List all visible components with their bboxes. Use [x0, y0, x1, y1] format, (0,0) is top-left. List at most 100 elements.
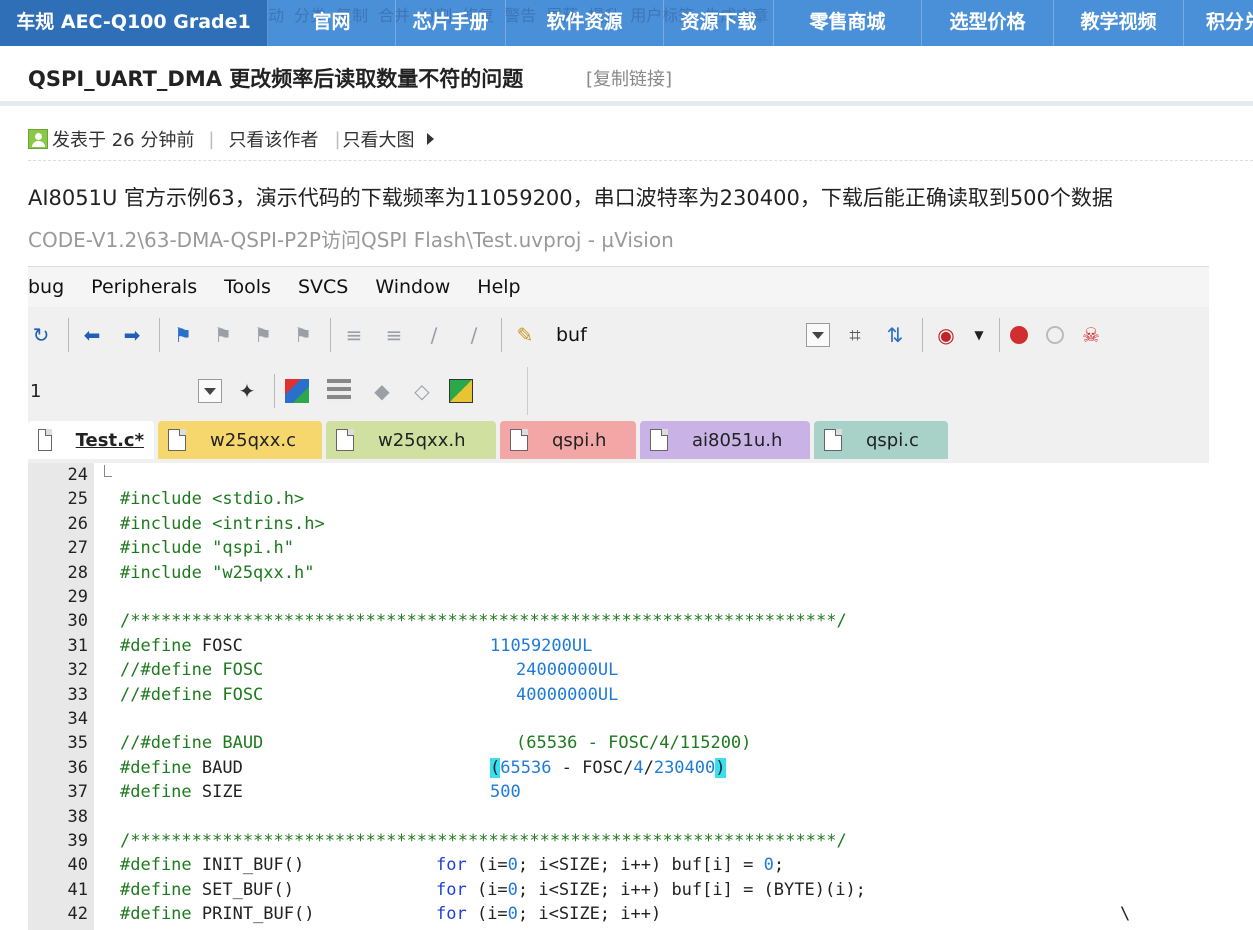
code-token: PRINT_BUF() [201, 904, 315, 925]
code-token: #define [120, 782, 202, 803]
debug-dropdown-icon[interactable]: ▼ [973, 322, 985, 348]
line-number: 40 [67, 855, 88, 876]
nav-item-datasheet[interactable]: 芯片手册 [396, 0, 506, 46]
file-icon [650, 429, 668, 451]
big-image-link[interactable]: 只看大图 [343, 126, 415, 152]
nav-item-store[interactable]: 零售商城 [774, 0, 922, 46]
code-token: #define [120, 757, 202, 778]
ide-menu-item[interactable]: Tools [224, 276, 271, 298]
editor-tab-label: Test.c* [75, 429, 144, 451]
ide-menu-item[interactable]: Window [375, 276, 450, 298]
nav-item-aec-q100[interactable]: 车规 AEC-Q100 Grade1 [0, 0, 268, 46]
find-in-files-icon[interactable]: ✎ [512, 322, 538, 348]
breakpoint-icon[interactable] [1010, 326, 1028, 344]
code-token: ; i<SIZE; i++) [517, 904, 662, 925]
code-line: 35 //#define BAUD (65536 - FOSC/4/115200) [28, 731, 1209, 755]
code-line: 40 #define INIT_BUF() for (i=0; i<SIZE; i+… [28, 853, 1209, 877]
code-token: 4 [633, 757, 644, 778]
comment-icon[interactable]: ∕ [421, 322, 447, 348]
code-line: 32 //#define FOSC 24000000UL [28, 658, 1209, 682]
nav-item-downloads[interactable]: 资源下载 [664, 0, 774, 46]
code-token: SET_BUF() [201, 879, 295, 900]
clear-bookmarks-icon[interactable]: ⚑ [290, 322, 316, 348]
nav-item-videos[interactable]: 教学视频 [1054, 0, 1184, 46]
find-icon[interactable]: ⌗ [842, 322, 868, 348]
bookmark-icon[interactable]: ⚑ [170, 322, 196, 348]
code-token: BAUD [201, 757, 243, 778]
toolbar-separator [922, 318, 923, 352]
editor-tab[interactable]: w25qxx.h [326, 421, 496, 459]
code-token: 0 [507, 855, 518, 876]
editor-tab[interactable]: Test.c* [28, 421, 154, 459]
thread-title: QSPI_UART_DMA 更改频率后读取数量不符的问题 [28, 67, 524, 91]
copy-link[interactable]: [复制链接] [586, 65, 672, 91]
code-token: //#define FOSC [120, 684, 264, 705]
nav-item-pricing[interactable]: 选型价格 [922, 0, 1054, 46]
line-number: 37 [67, 782, 88, 803]
find-combo-dropdown-icon[interactable] [806, 323, 830, 347]
code-token: #define [120, 855, 202, 876]
user-icon [28, 129, 48, 149]
ide-menu-item[interactable]: SVCS [298, 276, 348, 298]
editor-tab-label: w25qxx.c [210, 429, 296, 451]
code-line: 33 //#define FOSC 40000000UL [28, 683, 1209, 707]
ide-screenshot: bug Peripherals Tools SVCS Window Help ↻ ⬅ ➡ … [28, 266, 1209, 930]
line-number: 28 [67, 562, 88, 583]
toolbar-separator [330, 318, 331, 352]
code-token: (i= [466, 904, 508, 925]
toolbar-separator [159, 318, 160, 352]
nav-item-software[interactable]: 软件资源 [506, 0, 664, 46]
target-combo-value[interactable]: 1 [28, 381, 198, 402]
code-token: #include <stdio.h> [120, 489, 305, 510]
ide-menu-item[interactable]: Help [477, 276, 520, 298]
kill-breakpoints-icon[interactable]: ☠ [1078, 322, 1104, 348]
target-options-icon[interactable]: ✦ [234, 378, 260, 404]
only-author-link[interactable]: 只看该作者 [228, 126, 318, 152]
disable-breakpoint-icon[interactable] [1046, 326, 1064, 344]
editor-tab[interactable]: w25qxx.c [158, 421, 322, 459]
next-bookmark-icon[interactable]: ⚑ [250, 322, 276, 348]
uncomment-icon[interactable]: ∕ [461, 322, 487, 348]
code-token: #define [120, 635, 202, 656]
prev-bookmark-icon[interactable]: ⚑ [210, 322, 236, 348]
run-time-env-icon[interactable] [449, 379, 473, 403]
separator: | [208, 128, 215, 150]
play-icon[interactable] [426, 133, 434, 145]
toolbar-separator [501, 318, 502, 352]
code-token: /***************************************… [120, 831, 847, 851]
line-number: 38 [67, 806, 88, 827]
nav-item-points[interactable]: 积分兑换 [1184, 0, 1253, 46]
pack-installer-icon[interactable]: ◇ [409, 378, 435, 404]
debug-session-icon[interactable]: ◉ [933, 322, 959, 348]
indent-icon[interactable]: ≡ [341, 322, 367, 348]
fold-marker-icon[interactable] [104, 465, 112, 477]
file-extensions-icon[interactable] [327, 379, 351, 403]
code-token: ) [715, 757, 726, 778]
forward-icon[interactable]: ➡ [119, 322, 145, 348]
editor-tab-label: ai8051u.h [692, 429, 783, 451]
ide-menu-item[interactable]: bug [28, 276, 64, 298]
code-editor[interactable]: 24 25 #include <stdio.h> 26 #include <intrin… [28, 463, 1209, 930]
ide-menu-item[interactable]: Peripherals [91, 276, 197, 298]
unindent-icon[interactable]: ≡ [381, 322, 407, 348]
redo-icon[interactable]: ↻ [28, 322, 54, 348]
code-token: //#define FOSC [120, 660, 264, 681]
code-token: 0 [763, 855, 774, 876]
target-dropdown-icon[interactable] [198, 379, 222, 403]
find-combo-value[interactable]: buf [556, 324, 806, 346]
editor-tab[interactable]: qspi.h [500, 421, 636, 459]
code-token: for [436, 855, 467, 876]
code-token: 230400 [653, 757, 716, 778]
code-token: #include <intrins.h> [120, 513, 325, 534]
incremental-find-icon[interactable]: ⇅ [882, 322, 908, 348]
nav-item-official-site[interactable]: 官网 [268, 0, 396, 46]
editor-tab[interactable]: ai8051u.h [640, 421, 810, 459]
code-token: (i= [466, 879, 508, 900]
manage-components-icon[interactable] [285, 379, 309, 403]
editor-tab[interactable]: qspi.c [814, 421, 948, 459]
back-icon[interactable]: ⬅ [79, 322, 105, 348]
select-packs-icon[interactable]: ◆ [369, 378, 395, 404]
line-number: 25 [67, 489, 88, 510]
file-icon [336, 429, 354, 451]
top-nav: 置顶查看精华图章图标关闭移动分类复制合并分割修复警告屏蔽提升用户标签生成文章 车… [0, 0, 1253, 46]
